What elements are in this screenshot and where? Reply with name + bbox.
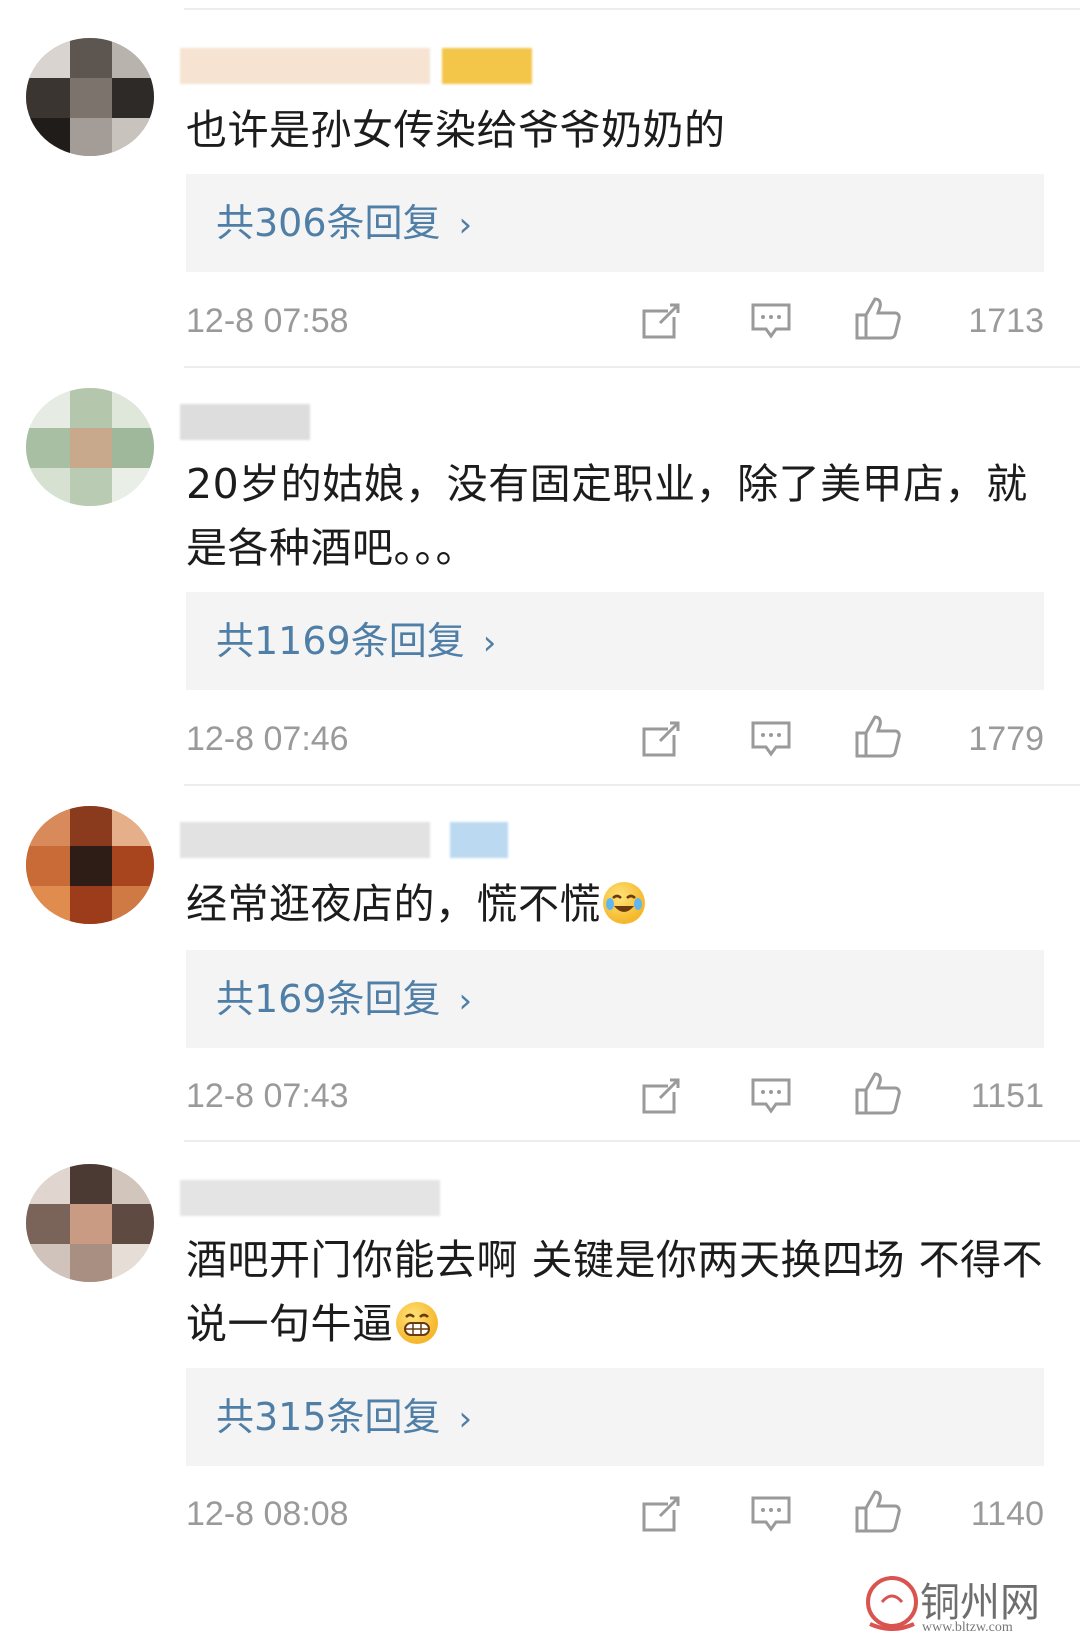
username-redacted[interactable] (180, 1180, 440, 1216)
thumbs-up-icon[interactable] (854, 295, 902, 345)
thumbs-up-icon[interactable] (854, 713, 902, 763)
like-count: 1140 (970, 1495, 1044, 1533)
username-redacted[interactable] (180, 822, 510, 858)
reply-link[interactable]: 共169条回复 › (216, 950, 472, 1050)
comment-icon[interactable] (750, 1494, 792, 1538)
timestamp: 12-8 07:43 (186, 1077, 349, 1115)
grin-emoji (395, 1302, 438, 1344)
chevron-right-icon: › (458, 205, 473, 245)
reply-box[interactable]: 共306条回复 › (186, 174, 1044, 272)
forward-icon[interactable] (640, 1494, 682, 1538)
chevron-right-icon: › (458, 981, 473, 1021)
comment-text: 也许是孙女传染给爷爷奶奶的 (186, 106, 726, 154)
comment-icon[interactable] (750, 301, 792, 345)
comment-text: 经常逛夜店的，慌不慌 (186, 872, 1046, 936)
reply-link[interactable]: 共1169条回复 › (216, 592, 496, 692)
like-count: 1779 (968, 720, 1044, 758)
thumbs-up-icon[interactable] (854, 1070, 902, 1120)
comment-text: 20岁的姑娘，没有固定职业，除了美甲店，就是各种酒吧。。。 (186, 460, 1028, 572)
like-count: 1151 (970, 1077, 1044, 1115)
reply-link-label: 共169条回复 (216, 977, 441, 1021)
comment-meta: 12-8 08:08 1140 (186, 1484, 1044, 1544)
comment-text-content: 酒吧开门你能去啊 关键是你两天换四场 不得不说一句牛逼 (186, 1236, 1044, 1348)
reply-link-label: 共306条回复 (216, 201, 441, 245)
avatar[interactable] (26, 38, 154, 156)
reply-link[interactable]: 共315条回复 › (216, 1368, 472, 1468)
forward-icon[interactable] (640, 1076, 682, 1120)
comment-meta: 12-8 07:58 1713 (186, 291, 1044, 351)
divider (184, 1140, 1080, 1142)
username-redacted[interactable] (180, 404, 310, 440)
reply-link[interactable]: 共306条回复 › (216, 174, 472, 274)
comment-text: 酒吧开门你能去啊 关键是你两天换四场 不得不说一句牛逼 (186, 1228, 1046, 1356)
forward-icon[interactable] (640, 719, 682, 763)
comment-icon[interactable] (750, 719, 792, 763)
chevron-right-icon: › (458, 1399, 473, 1439)
avatar[interactable] (26, 1164, 154, 1282)
divider (184, 366, 1080, 368)
reply-box[interactable]: 共315条回复 › (186, 1368, 1044, 1466)
forward-icon[interactable] (640, 301, 682, 345)
reply-box[interactable]: 共169条回复 › (186, 950, 1044, 1048)
timestamp: 12-8 07:46 (186, 720, 349, 758)
reply-link-label: 共1169条回复 (216, 619, 465, 663)
chevron-right-icon: › (482, 623, 497, 663)
like-count: 1713 (968, 302, 1044, 340)
divider (184, 8, 1080, 10)
laugh-cry-emoji (603, 882, 645, 924)
reply-link-label: 共315条回复 (216, 1395, 441, 1439)
watermark-url: www.bltzw.com (922, 1620, 1013, 1635)
reply-box[interactable]: 共1169条回复 › (186, 592, 1044, 690)
avatar[interactable] (26, 806, 154, 924)
divider (184, 784, 1080, 786)
comment-meta: 12-8 07:43 1151 (186, 1066, 1044, 1126)
timestamp: 12-8 08:08 (186, 1495, 349, 1533)
timestamp: 12-8 07:58 (186, 302, 349, 340)
username-redacted[interactable] (180, 48, 540, 84)
watermark-logo-icon (866, 1576, 918, 1631)
comment-icon[interactable] (750, 1076, 792, 1120)
thumbs-up-icon[interactable] (854, 1488, 902, 1538)
comment-text-content: 经常逛夜店的，慌不慌 (186, 880, 601, 928)
comment-meta: 12-8 07:46 1779 (186, 709, 1044, 769)
site-watermark: 铜州网 www.bltzw.com (862, 1570, 1062, 1640)
avatar[interactable] (26, 388, 154, 506)
